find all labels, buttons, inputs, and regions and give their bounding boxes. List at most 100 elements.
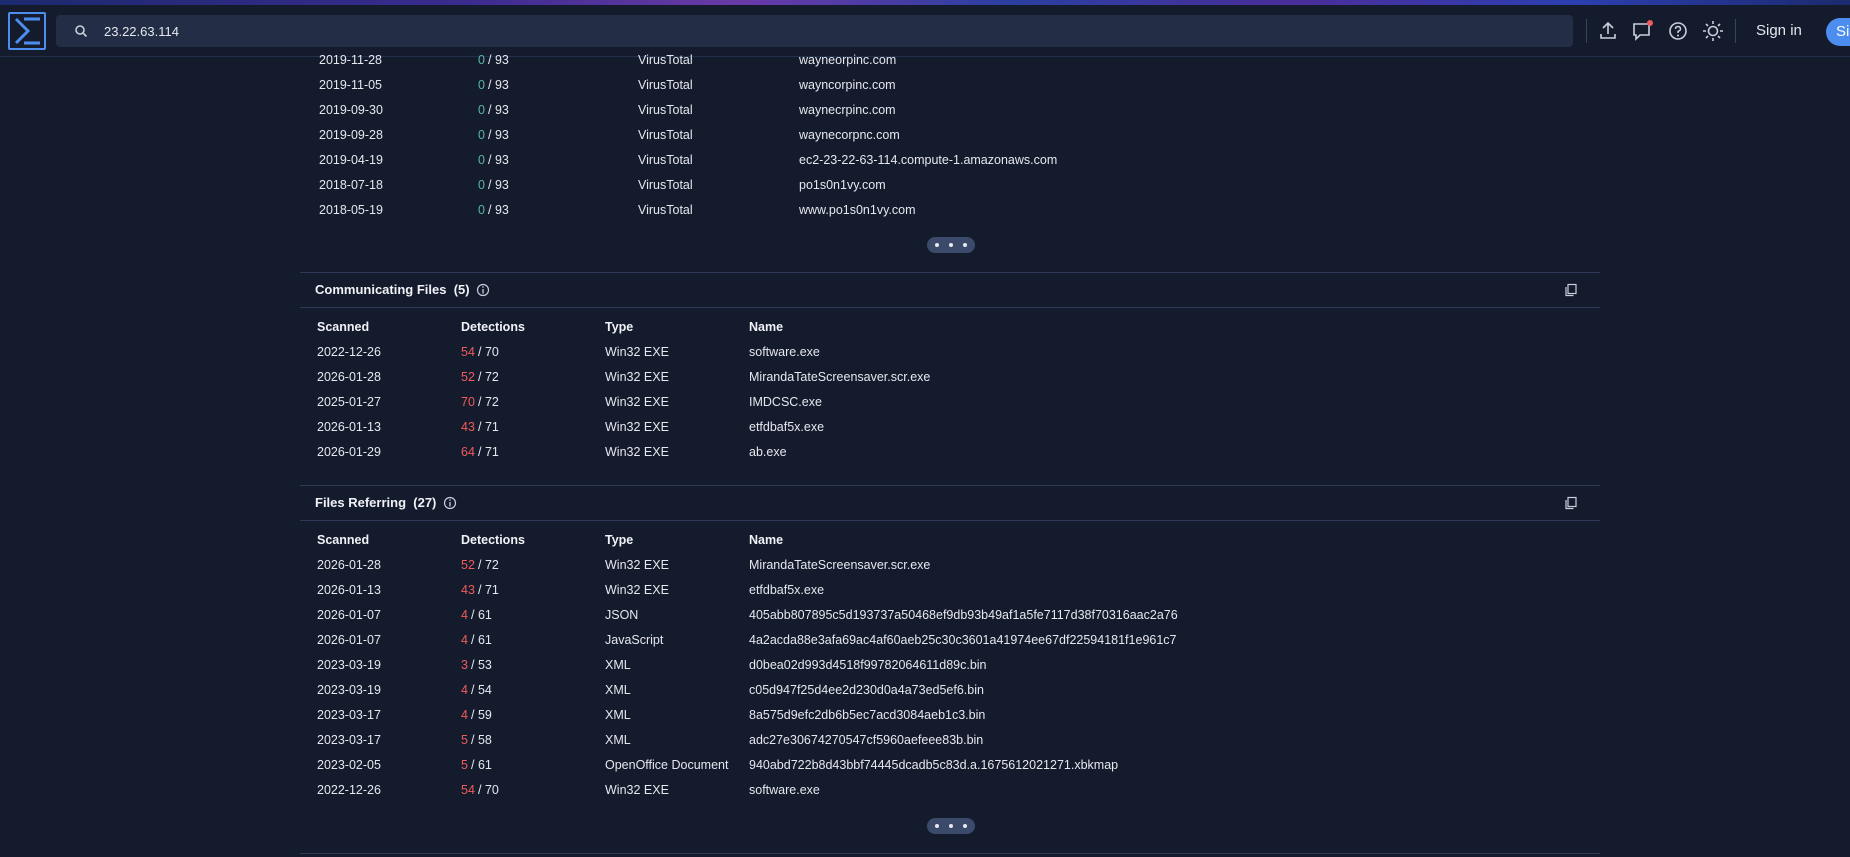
detection-total: / 93 xyxy=(488,128,509,142)
file-name-link[interactable]: 8a575d9efc2db6b5ec7acd3084aeb1c3.bin xyxy=(749,703,985,728)
communicating-files-header: Communicating Files (5) xyxy=(300,272,1600,308)
sign-in-link[interactable]: Sign in xyxy=(1756,22,1802,39)
file-type: XML xyxy=(605,733,631,747)
table-row[interactable]: 2023-03-19 3/ 53 XML d0bea02d993d4518f99782… xyxy=(0,653,1300,678)
file-name-link[interactable]: 405abb807895c5d193737a50468ef9db93b49af1… xyxy=(749,603,1178,628)
table-row[interactable]: 2023-02-05 5/ 61 OpenOffice Document 940abd… xyxy=(0,753,1300,778)
column-header-detections: Detections xyxy=(461,320,525,334)
logo-icon[interactable] xyxy=(8,12,46,50)
detection-count: 64 xyxy=(461,445,475,459)
detection-count: 54 xyxy=(461,783,475,797)
table-row[interactable]: 2026-01-28 52/ 72 Win32 EXE MirandaTateScre… xyxy=(0,365,1300,390)
scan-date: 2023-02-05 xyxy=(317,758,381,772)
table-row[interactable]: 2023-03-17 4/ 59 XML 8a575d9efc2db6b5ec7acd… xyxy=(0,703,1300,728)
detection-count: 52 xyxy=(461,370,475,384)
detection-total: / 93 xyxy=(488,178,509,192)
table-row[interactable]: 2023-03-17 5/ 58 XML adc27e30674270547cf596… xyxy=(0,728,1300,753)
scan-date: 2019-09-28 xyxy=(319,128,383,142)
detection-total: / 61 xyxy=(471,608,492,622)
detection-count: 0 xyxy=(478,153,485,167)
file-name-link[interactable]: 4a2acda88e3afa69ac4af60aeb25c30c3601a419… xyxy=(749,628,1177,653)
column-header-scanned: Scanned xyxy=(317,533,370,547)
file-type: OpenOffice Document xyxy=(605,758,729,772)
file-name-link[interactable]: c05d947f25d4ee2d230d0a4a73ed5ef6.bin xyxy=(749,678,984,703)
toolbar-separator xyxy=(1735,19,1736,43)
more-files-referring-button[interactable] xyxy=(927,818,975,834)
table-row[interactable]: 2023-03-19 4/ 54 XML c05d947f25d4ee2d230d0a… xyxy=(0,678,1300,703)
more-resolutions-button[interactable] xyxy=(927,237,975,253)
help-icon[interactable] xyxy=(1666,19,1690,43)
hostname-link[interactable]: wayncorpinc.com xyxy=(799,73,896,98)
search-input[interactable] xyxy=(104,15,1504,47)
file-name-link[interactable]: IMDCSC.exe xyxy=(749,390,822,415)
table-row[interactable]: 2022-12-26 54/ 70 Win32 EXE software.exe xyxy=(0,778,1300,803)
file-name-link[interactable]: etfdbaf5x.exe xyxy=(749,415,824,440)
source-name: VirusTotal xyxy=(638,153,693,167)
file-name-link[interactable]: adc27e30674270547cf5960aefeee83b.bin xyxy=(749,728,983,753)
hostname-link[interactable]: wayneorpinc.com xyxy=(799,48,896,73)
copy-icon[interactable] xyxy=(1564,283,1578,297)
chat-icon[interactable] xyxy=(1630,19,1654,43)
scan-date: 2019-11-05 xyxy=(319,78,383,92)
detection-total: / 93 xyxy=(488,53,509,67)
detection-total: / 70 xyxy=(478,345,499,359)
detection-total: / 93 xyxy=(488,203,509,217)
file-name-link[interactable]: software.exe xyxy=(749,778,820,803)
detection-count: 0 xyxy=(478,103,485,117)
file-name-link[interactable]: ab.exe xyxy=(749,440,787,465)
file-name-link[interactable]: etfdbaf5x.exe xyxy=(749,578,824,603)
scan-date: 2026-01-07 xyxy=(317,633,381,647)
detection-total: / 58 xyxy=(471,733,492,747)
detection-count: 70 xyxy=(461,395,475,409)
table-row: 2019-11-05 0/ 93 VirusTotal wayncorpinc.com xyxy=(0,73,1300,98)
table-header: Scanned Detections Type Name xyxy=(0,315,1300,340)
table-row: 2019-11-28 0/ 93 VirusTotal wayneorpinc.com xyxy=(0,48,1300,73)
file-name-link[interactable]: d0bea02d993d4518f99782064611d89c.bin xyxy=(749,653,987,678)
info-icon[interactable] xyxy=(476,283,490,297)
detection-count: 4 xyxy=(461,608,468,622)
table-row[interactable]: 2026-01-07 4/ 61 JavaScript 4a2acda88e3afa6… xyxy=(0,628,1300,653)
table-row: 2019-09-28 0/ 93 VirusTotal waynecorpnc.com xyxy=(0,123,1300,148)
copy-icon[interactable] xyxy=(1564,496,1578,510)
source-name: VirusTotal xyxy=(638,178,693,192)
table-row[interactable]: 2026-01-13 43/ 71 Win32 EXE etfdbaf5x.exe xyxy=(0,415,1300,440)
file-name-link[interactable]: MirandaTateScreensaver.scr.exe xyxy=(749,553,930,578)
file-type: Win32 EXE xyxy=(605,395,669,409)
table-row: 2018-07-18 0/ 93 VirusTotal po1s0n1vy.com xyxy=(0,173,1300,198)
scan-date: 2019-04-19 xyxy=(319,153,383,167)
table-row[interactable]: 2026-01-13 43/ 71 Win32 EXE etfdbaf5x.exe xyxy=(0,578,1300,603)
hostname-link[interactable]: waynecrpinc.com xyxy=(799,98,896,123)
file-name-link[interactable]: MirandaTateScreensaver.scr.exe xyxy=(749,365,930,390)
info-icon[interactable] xyxy=(443,496,457,510)
theme-icon[interactable] xyxy=(1701,19,1725,43)
sign-up-button[interactable]: Sign up xyxy=(1826,18,1850,46)
detection-total: / 59 xyxy=(471,708,492,722)
hostname-link[interactable]: waynecorpnc.com xyxy=(799,123,900,148)
file-type: Win32 EXE xyxy=(605,370,669,384)
search-bar[interactable] xyxy=(56,15,1573,47)
section-title: Communicating Files (5) xyxy=(315,273,470,307)
table-row[interactable]: 2026-01-28 52/ 72 Win32 EXE MirandaTateScre… xyxy=(0,553,1300,578)
upload-icon[interactable] xyxy=(1596,19,1620,43)
detection-count: 4 xyxy=(461,633,468,647)
detection-count: 3 xyxy=(461,658,468,672)
hostname-link[interactable]: po1s0n1vy.com xyxy=(799,173,886,198)
detection-count: 52 xyxy=(461,558,475,572)
table-row[interactable]: 2025-01-27 70/ 72 Win32 EXE IMDCSC.exe xyxy=(0,390,1300,415)
file-name-link[interactable]: software.exe xyxy=(749,340,820,365)
source-name: VirusTotal xyxy=(638,78,693,92)
hostname-link[interactable]: www.po1s0n1vy.com xyxy=(799,198,916,223)
communicating-files-title: Communicating Files xyxy=(315,282,447,297)
detection-count: 5 xyxy=(461,733,468,747)
table-row[interactable]: 2026-01-07 4/ 61 JSON 405abb807895c5d193737… xyxy=(0,603,1300,628)
detection-count: 0 xyxy=(478,203,485,217)
column-header-name: Name xyxy=(749,320,784,334)
detection-total: / 72 xyxy=(478,370,499,384)
table-row[interactable]: 2022-12-26 54/ 70 Win32 EXE software.exe xyxy=(0,340,1300,365)
file-type: Win32 EXE xyxy=(605,345,669,359)
table-row: 2019-09-30 0/ 93 VirusTotal waynecrpinc.com xyxy=(0,98,1300,123)
file-type: JavaScript xyxy=(605,633,664,647)
hostname-link[interactable]: ec2-23-22-63-114.compute-1.amazonaws.com xyxy=(799,148,1057,173)
table-row[interactable]: 2026-01-29 64/ 71 Win32 EXE ab.exe xyxy=(0,440,1300,465)
file-name-link[interactable]: 940abd722b8d43bbf74445dcadb5c83d.a.16756… xyxy=(749,753,1118,778)
